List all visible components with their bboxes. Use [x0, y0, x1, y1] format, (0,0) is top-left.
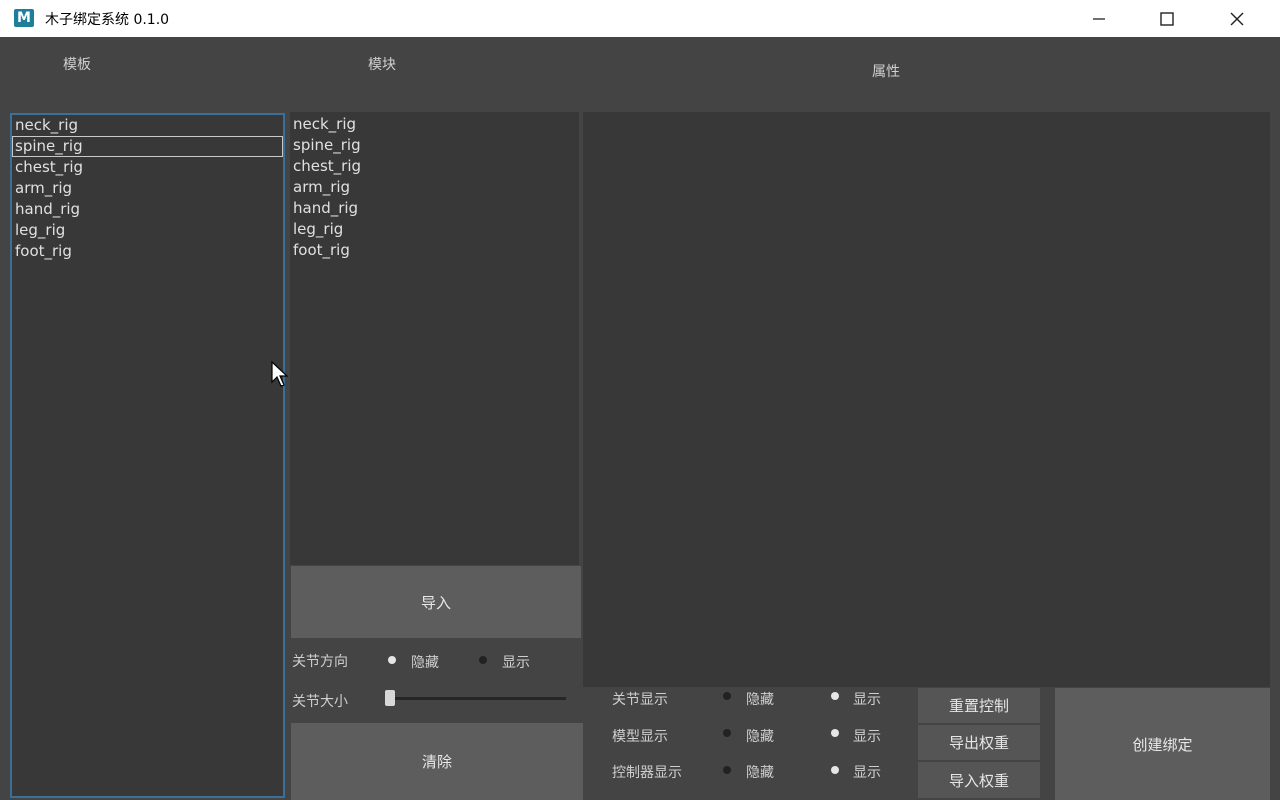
joint-size-slider-track[interactable] [392, 697, 566, 700]
reset-controls-button[interactable]: 重置控制 [918, 688, 1040, 723]
template-item-spine-rig[interactable]: spine_rig [12, 136, 283, 157]
title-bar: M 木子绑定系统 0.1.0 [0, 0, 1280, 37]
joint-orient-show-label[interactable]: 显示 [502, 652, 530, 672]
template-item-leg-rig[interactable]: leg_rig [12, 220, 283, 241]
properties-section-label: 属性 [872, 64, 900, 80]
maya-app-icon: M [14, 9, 34, 27]
import-weights-button[interactable]: 导入权重 [918, 762, 1040, 798]
module-item-hand-rig[interactable]: hand_rig [290, 198, 579, 219]
joint-size-slider-handle[interactable] [385, 690, 395, 706]
module-section-label: 模块 [368, 57, 396, 73]
controller-display-hide-label[interactable]: 隐藏 [746, 762, 774, 782]
joint-size-label: 关节大小 [292, 694, 348, 710]
model-display-show-radio[interactable] [831, 729, 839, 737]
joint-orient-show-radio[interactable] [479, 656, 487, 664]
minimize-button[interactable] [1076, 0, 1122, 37]
controller-display-hide-radio[interactable] [723, 766, 731, 774]
window-title: 木子绑定系统 0.1.0 [45, 12, 170, 28]
model-display-label: 模型显示 [612, 729, 668, 745]
joint-orient-hide-label[interactable]: 隐藏 [411, 652, 439, 672]
maximize-icon [1160, 11, 1174, 26]
create-rig-button[interactable]: 创建绑定 [1055, 688, 1270, 800]
close-button[interactable] [1214, 0, 1260, 37]
export-weights-button[interactable]: 导出权重 [918, 725, 1040, 760]
module-item-spine-rig[interactable]: spine_rig [290, 135, 579, 156]
close-icon [1230, 12, 1244, 25]
module-item-arm-rig[interactable]: arm_rig [290, 177, 579, 198]
model-display-show-label[interactable]: 显示 [853, 726, 881, 746]
module-item-foot-rig[interactable]: foot_rig [290, 240, 579, 261]
controller-display-show-label[interactable]: 显示 [853, 762, 881, 782]
template-item-neck-rig[interactable]: neck_rig [12, 115, 283, 136]
joint-display-label: 关节显示 [612, 692, 668, 708]
module-item-leg-rig[interactable]: leg_rig [290, 219, 579, 240]
joint-display-show-label[interactable]: 显示 [853, 689, 881, 709]
model-display-hide-radio[interactable] [723, 729, 731, 737]
template-item-hand-rig[interactable]: hand_rig [12, 199, 283, 220]
module-list[interactable]: neck_rig spine_rig chest_rig arm_rig han… [290, 112, 579, 565]
joint-display-show-radio[interactable] [831, 692, 839, 700]
template-item-chest-rig[interactable]: chest_rig [12, 157, 283, 178]
template-list[interactable]: neck_rig spine_rig chest_rig arm_rig han… [10, 113, 285, 798]
minimize-icon [1093, 17, 1105, 20]
template-section-label: 模板 [63, 57, 91, 73]
maximize-button[interactable] [1144, 0, 1190, 37]
joint-display-hide-radio[interactable] [723, 692, 731, 700]
properties-panel [583, 112, 1270, 687]
model-display-hide-label[interactable]: 隐藏 [746, 726, 774, 746]
module-item-neck-rig[interactable]: neck_rig [290, 114, 579, 135]
joint-orient-hide-radio[interactable] [388, 656, 396, 664]
controller-display-show-radio[interactable] [831, 766, 839, 774]
joint-orient-label: 关节方向 [292, 654, 348, 670]
mouse-cursor-icon [271, 360, 289, 387]
template-item-arm-rig[interactable]: arm_rig [12, 178, 283, 199]
controller-display-label: 控制器显示 [612, 765, 682, 781]
joint-display-hide-label[interactable]: 隐藏 [746, 689, 774, 709]
module-item-chest-rig[interactable]: chest_rig [290, 156, 579, 177]
clear-button[interactable]: 清除 [291, 723, 583, 800]
import-button[interactable]: 导入 [291, 566, 581, 638]
template-item-foot-rig[interactable]: foot_rig [12, 241, 283, 262]
